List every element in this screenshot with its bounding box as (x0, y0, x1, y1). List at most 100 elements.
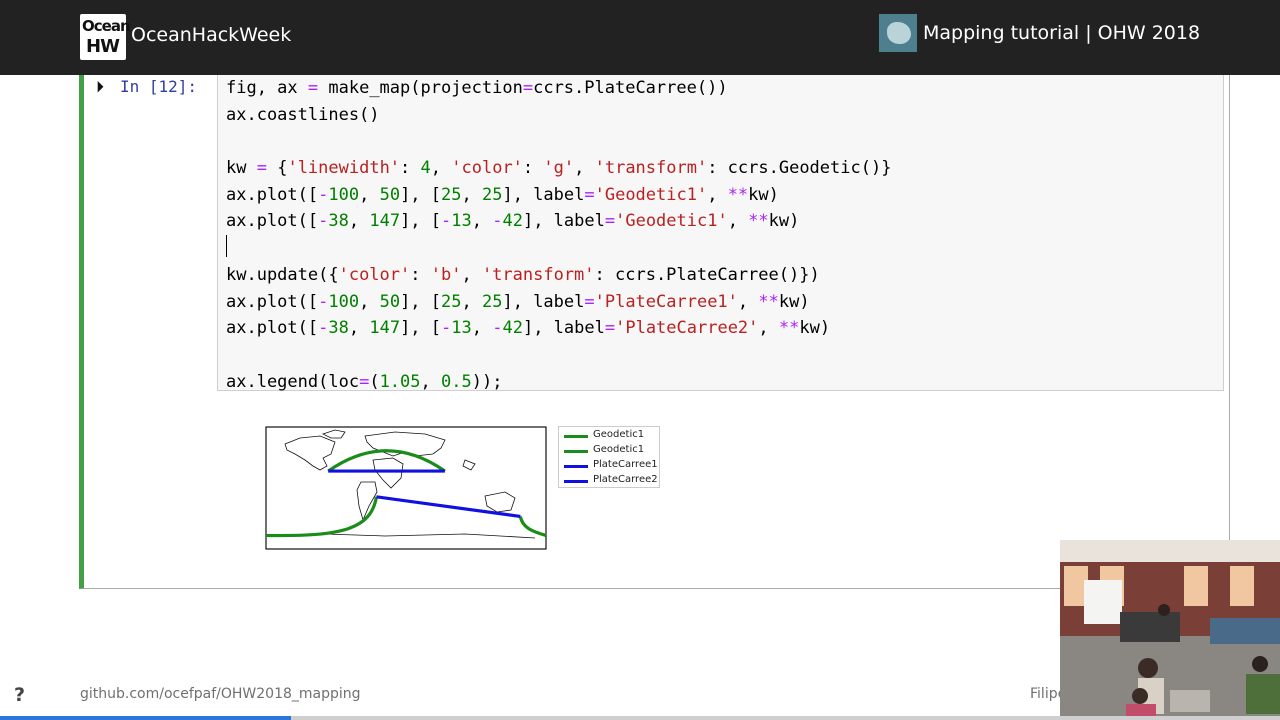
code-text: fig, ax = make_map(projection=ccrs.Plate… (226, 75, 891, 395)
legend-label: Geodetic1 (593, 444, 645, 455)
code-token: ax.coastlines() (226, 104, 380, 125)
webcam-scene (1060, 540, 1280, 720)
code-token: 'color' (451, 158, 523, 179)
code-token: , (727, 211, 749, 232)
code-token: ], label (522, 318, 605, 339)
code-line: ax.plot([-100, 50], [25, 25], label='Geo… (226, 182, 891, 209)
code-token: 'g' (543, 158, 575, 179)
code-line: ax.plot([-100, 50], [25, 25], label='Pla… (226, 289, 891, 316)
code-token: fig, ax (226, 78, 308, 98)
code-token: ], label (502, 291, 585, 312)
code-line: fig, ax = make_map(projection=ccrs.Plate… (226, 75, 891, 102)
code-token: 25 (441, 184, 462, 205)
code-token: ax.plot([ (226, 318, 319, 339)
code-token: 'PlateCarree2' (615, 318, 759, 339)
legend-line-0 (564, 435, 588, 438)
legend-label: PlateCarree2 (593, 474, 658, 485)
code-token: : ccrs.PlateCarree()}) (594, 264, 820, 285)
cell-prompt: In [12]: (120, 77, 198, 96)
code-token: - (441, 318, 452, 339)
code-token: - (441, 211, 452, 232)
code-token: - (318, 318, 329, 339)
code-token: 'transform' (481, 264, 595, 285)
code-token: ** (758, 291, 779, 312)
code-token: ax.plot([ (226, 184, 319, 205)
ohw-logo: Ocean HW (80, 14, 131, 60)
code-token: ], [ (400, 318, 442, 339)
code-token: 50 (379, 184, 401, 205)
code-token: , (574, 158, 595, 179)
code-token: = (604, 318, 616, 339)
code-token: = (584, 291, 595, 312)
code-token: - (318, 211, 329, 232)
code-token: ( (369, 371, 380, 392)
code-token: , (430, 158, 452, 179)
code-token: : (522, 158, 544, 179)
code-token: ], label (502, 184, 585, 205)
code-token: 100 (328, 291, 360, 312)
code-token: - (492, 318, 503, 339)
text-cursor (226, 235, 227, 257)
map-legend: Geodetic1 Geodetic1 PlateCarree1 PlateCa… (558, 426, 660, 488)
code-token: 'linewidth' (287, 158, 401, 179)
code-token: - (318, 291, 329, 312)
legend-line-2 (564, 465, 588, 468)
code-token: )); (471, 371, 503, 392)
tutorial-thumbnail-icon (879, 14, 917, 52)
code-token: kw) (768, 211, 800, 232)
code-token: 'PlateCarree1' (594, 291, 738, 312)
code-token: = (604, 211, 616, 232)
code-token: 25 (481, 184, 503, 205)
code-token: , (420, 371, 441, 392)
code-token: kw) (799, 318, 831, 339)
top-bar: Ocean HW OceanHackWeek Mapping tutorial … (0, 0, 1280, 75)
code-token: 42 (502, 211, 523, 232)
legend-label: PlateCarree1 (593, 459, 658, 470)
code-token: 1.05 (379, 371, 421, 392)
code-token: 'Geodetic1' (615, 211, 728, 232)
code-token: 38 (328, 211, 349, 232)
tutorial-title: Mapping tutorial | OHW 2018 (923, 22, 1201, 44)
code-token: 4 (420, 158, 431, 179)
code-token: , (707, 184, 728, 205)
code-token: make_map(projection (318, 78, 523, 98)
code-token: ccrs.PlateCarree()) (533, 78, 728, 98)
code-token: kw) (778, 291, 810, 312)
help-icon[interactable]: ? (14, 684, 25, 706)
code-token: : ccrs.Geodetic()} (707, 158, 892, 179)
brand-name: OceanHackWeek (131, 24, 292, 46)
video-progress-bar[interactable] (0, 716, 1280, 720)
code-token: 'Geodetic1' (594, 184, 708, 205)
code-token: 147 (369, 211, 401, 232)
code-token: , (471, 211, 493, 232)
code-line: kw = {'linewidth': 4, 'color': 'g', 'tra… (226, 155, 891, 182)
code-token: : (400, 158, 421, 179)
code-token: , (461, 184, 482, 205)
code-token: = (256, 158, 267, 179)
map-output (265, 426, 547, 550)
legend-line-3 (564, 480, 588, 483)
code-token: = (359, 371, 370, 392)
code-token: ** (727, 184, 749, 205)
logo-line-2: HW (86, 36, 120, 57)
code-token: = (522, 78, 534, 98)
code-token: , (359, 184, 380, 205)
code-token: ], label (522, 211, 605, 232)
code-token: 38 (328, 318, 349, 339)
code-token: 13 (451, 211, 472, 232)
code-token: , (737, 291, 759, 312)
code-token: , (758, 318, 779, 339)
code-token: 25 (441, 291, 462, 312)
video-progress-fill (0, 716, 291, 720)
run-cell-icon[interactable]: ⏵ (96, 77, 104, 97)
repo-link[interactable]: github.com/ocefpaf/OHW2018_mapping (80, 686, 361, 702)
code-token: kw (226, 158, 257, 179)
code-token: ax.legend(loc (226, 371, 360, 392)
code-token: ** (778, 318, 800, 339)
code-token: 147 (369, 318, 401, 339)
code-token: 25 (481, 291, 503, 312)
code-line: ax.legend(loc=(1.05, 0.5)); (226, 369, 891, 396)
code-token: 'transform' (594, 158, 708, 179)
